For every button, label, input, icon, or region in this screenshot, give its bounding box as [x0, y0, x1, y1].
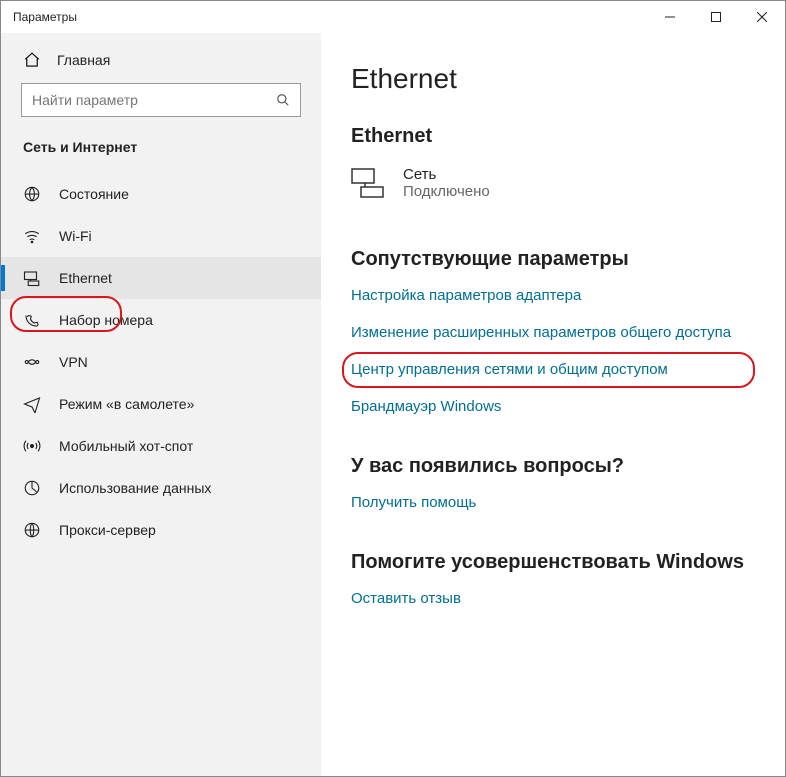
sidebar-item-status[interactable]: Состояние — [1, 173, 321, 215]
nav-home[interactable]: Главная — [1, 51, 321, 69]
link-windows-firewall[interactable]: Брандмауэр Windows — [351, 398, 785, 415]
window-title: Параметры — [13, 10, 77, 24]
airplane-icon — [23, 395, 41, 413]
close-button[interactable] — [739, 1, 785, 33]
main-content: Ethernet Ethernet Сеть Подключено Сопутс… — [321, 33, 785, 776]
sidebar-item-airplane[interactable]: Режим «в самолете» — [1, 383, 321, 425]
link-get-help[interactable]: Получить помощь — [351, 494, 785, 511]
minimize-button[interactable] — [647, 1, 693, 33]
status-icon — [23, 185, 41, 203]
sidebar-item-dialup[interactable]: Набор номера — [1, 299, 321, 341]
sidebar-item-label: Мобильный хот-спот — [59, 438, 193, 454]
related-params-title: Сопутствующие параметры — [351, 248, 785, 271]
sidebar-item-label: Ethernet — [59, 270, 112, 286]
link-network-sharing-center[interactable]: Центр управления сетями и общим доступом — [351, 361, 785, 378]
sidebar-item-hotspot[interactable]: Мобильный хот-спот — [1, 425, 321, 467]
wifi-icon — [23, 227, 41, 245]
sidebar-item-label: Прокси-сервер — [59, 522, 156, 538]
search-input[interactable] — [21, 83, 301, 117]
sidebar-item-wifi[interactable]: Wi-Fi — [1, 215, 321, 257]
sidebar-item-label: Режим «в самолете» — [59, 396, 194, 412]
network-icon — [351, 168, 385, 198]
titlebar: Параметры — [1, 1, 785, 33]
sidebar-item-vpn[interactable]: VPN — [1, 341, 321, 383]
vpn-icon — [23, 353, 41, 371]
network-entry[interactable]: Сеть Подключено — [351, 166, 785, 200]
sidebar-item-label: VPN — [59, 354, 88, 370]
sidebar-section-title: Сеть и Интернет — [1, 139, 321, 155]
network-name: Сеть — [403, 166, 490, 183]
sidebar-item-ethernet[interactable]: Ethernet — [1, 257, 321, 299]
search-field[interactable] — [32, 92, 276, 108]
sidebar: Главная Сеть и Интернет Состояние Wi-Fi — [1, 33, 321, 776]
ethernet-icon — [23, 269, 41, 287]
dialup-icon — [23, 311, 41, 329]
page-title: Ethernet — [351, 63, 785, 95]
link-adapter-settings[interactable]: Настройка параметров адаптера — [351, 287, 785, 304]
link-sharing-settings[interactable]: Изменение расширенных параметров общего … — [351, 324, 785, 341]
home-icon — [23, 51, 41, 69]
datausage-icon — [23, 479, 41, 497]
sub-title: Ethernet — [351, 125, 785, 148]
sidebar-item-label: Набор номера — [59, 312, 153, 328]
sidebar-item-label: Состояние — [59, 186, 129, 202]
improve-title: Помогите усовершенствовать Windows — [351, 551, 785, 574]
link-feedback[interactable]: Оставить отзыв — [351, 590, 785, 607]
hotspot-icon — [23, 437, 41, 455]
network-status: Подключено — [403, 183, 490, 200]
proxy-icon — [23, 521, 41, 539]
window-controls — [647, 1, 785, 33]
sidebar-item-proxy[interactable]: Прокси-сервер — [1, 509, 321, 551]
sidebar-item-datausage[interactable]: Использование данных — [1, 467, 321, 509]
sidebar-item-label: Wi-Fi — [59, 228, 92, 244]
nav-home-label: Главная — [57, 52, 110, 68]
sidebar-item-label: Использование данных — [59, 480, 211, 496]
questions-title: У вас появились вопросы? — [351, 455, 785, 478]
maximize-button[interactable] — [693, 1, 739, 33]
search-icon — [276, 93, 290, 107]
